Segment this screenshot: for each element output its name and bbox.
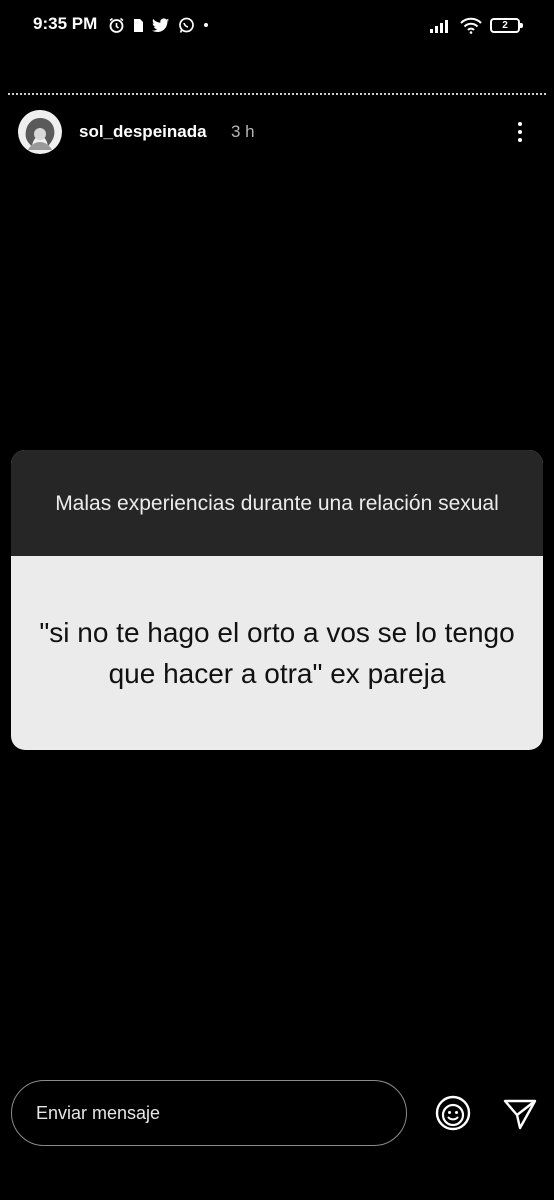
wifi-icon xyxy=(460,17,482,34)
more-dot xyxy=(518,130,522,134)
whatsapp-icon xyxy=(179,17,194,33)
more-options-button[interactable] xyxy=(508,118,532,146)
signal-icon xyxy=(430,19,448,33)
send-icon[interactable] xyxy=(502,1097,538,1131)
message-input[interactable] xyxy=(34,1101,406,1125)
alarm-icon xyxy=(109,17,124,33)
more-dot xyxy=(518,138,522,142)
story-progress-bar xyxy=(8,93,546,95)
battery-icon: 2 xyxy=(490,17,523,33)
status-time: 9:35 PM xyxy=(33,14,98,33)
sticker-question: Malas experiencias durante una relación … xyxy=(11,450,543,556)
twitter-icon xyxy=(152,17,169,32)
face-sticker-icon[interactable] xyxy=(434,1094,472,1132)
question-sticker: Malas experiencias durante una relación … xyxy=(11,450,543,750)
story-time-ago: 3 h xyxy=(231,122,255,141)
status-icons-left xyxy=(108,14,209,36)
message-input-container xyxy=(11,1080,407,1146)
status-bar: 9:35 PM 2 xyxy=(0,0,554,50)
username[interactable]: sol_despeinada xyxy=(79,122,207,142)
status-icons-right: 2 xyxy=(430,14,523,36)
avatar[interactable] xyxy=(18,110,62,154)
avatar-image xyxy=(18,110,62,154)
more-dot xyxy=(518,122,522,126)
dot-icon xyxy=(204,23,208,27)
sticker-answer: "si no te hago el orto a vos se lo tengo… xyxy=(39,617,515,689)
story-header: sol_despeinada 3 h xyxy=(0,108,554,156)
sim-icon xyxy=(134,18,143,32)
